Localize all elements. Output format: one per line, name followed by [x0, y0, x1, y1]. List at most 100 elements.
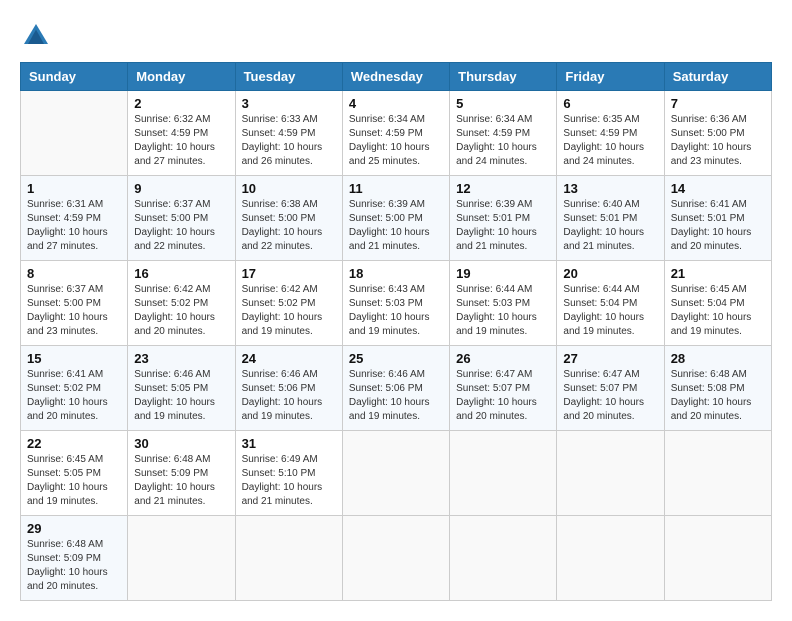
day-number: 23 [134, 351, 228, 366]
calendar-cell: 10Sunrise: 6:38 AM Sunset: 5:00 PM Dayli… [235, 176, 342, 261]
weekday-header-tuesday: Tuesday [235, 63, 342, 91]
day-info: Sunrise: 6:42 AM Sunset: 5:02 PM Dayligh… [134, 283, 228, 339]
day-info: Sunrise: 6:35 AM Sunset: 4:59 PM Dayligh… [563, 113, 657, 169]
week-row-5: 29Sunrise: 6:48 AM Sunset: 5:09 PM Dayli… [21, 516, 772, 601]
weekday-header-sunday: Sunday [21, 63, 128, 91]
calendar-cell: 11 Sunrise: 6:39 AM Sunset: 5:00 PM Dayli… [342, 176, 449, 261]
calendar-cell [664, 516, 771, 601]
calendar-cell: 7Sunrise: 6:36 AM Sunset: 5:00 PM Daylig… [664, 91, 771, 176]
calendar-cell: 12 Sunrise: 6:39 AM Sunset: 5:01 PM Dayli… [450, 176, 557, 261]
day-info: Sunrise: 6:48 AM Sunset: 5:09 PM Dayligh… [134, 453, 228, 509]
day-info: Sunrise: 6:46 AM Sunset: 5:06 PM Dayligh… [242, 368, 336, 424]
day-number: 21 [671, 266, 765, 281]
week-row-2: 8 Sunrise: 6:37 AM Sunset: 5:00 PM Daylig… [21, 261, 772, 346]
day-number: 26 [456, 351, 550, 366]
calendar-cell [235, 516, 342, 601]
calendar-cell: 4Sunrise: 6:34 AM Sunset: 4:59 PM Daylig… [342, 91, 449, 176]
calendar-cell: 1 Sunrise: 6:31 AM Sunset: 4:59 PM Daylig… [21, 176, 128, 261]
day-number: 6 [563, 96, 657, 111]
calendar-cell: 24 Sunrise: 6:46 AM Sunset: 5:06 PM Dayli… [235, 346, 342, 431]
week-row-1: 1 Sunrise: 6:31 AM Sunset: 4:59 PM Daylig… [21, 176, 772, 261]
day-info: Sunrise: 6:41 AM Sunset: 5:02 PM Dayligh… [27, 368, 121, 424]
calendar-cell: 27Sunrise: 6:47 AM Sunset: 5:07 PM Dayli… [557, 346, 664, 431]
day-number: 20 [563, 266, 657, 281]
day-number: 8 [27, 266, 121, 281]
day-info: Sunrise: 6:47 AM Sunset: 5:07 PM Dayligh… [456, 368, 550, 424]
week-row-3: 15 Sunrise: 6:41 AM Sunset: 5:02 PM Dayli… [21, 346, 772, 431]
day-info: Sunrise: 6:46 AM Sunset: 5:06 PM Dayligh… [349, 368, 443, 424]
day-info: Sunrise: 6:31 AM Sunset: 4:59 PM Dayligh… [27, 198, 121, 254]
day-info: Sunrise: 6:34 AM Sunset: 4:59 PM Dayligh… [456, 113, 550, 169]
calendar-cell [557, 431, 664, 516]
calendar-cell: 3 Sunrise: 6:33 AM Sunset: 4:59 PM Daylig… [235, 91, 342, 176]
logo [20, 20, 56, 52]
calendar-cell [450, 431, 557, 516]
day-info: Sunrise: 6:39 AM Sunset: 5:01 PM Dayligh… [456, 198, 550, 254]
day-info: Sunrise: 6:39 AM Sunset: 5:00 PM Dayligh… [349, 198, 443, 254]
day-info: Sunrise: 6:41 AM Sunset: 5:01 PM Dayligh… [671, 198, 765, 254]
day-number: 15 [27, 351, 121, 366]
day-info: Sunrise: 6:33 AM Sunset: 4:59 PM Dayligh… [242, 113, 336, 169]
day-info: Sunrise: 6:43 AM Sunset: 5:03 PM Dayligh… [349, 283, 443, 339]
calendar-cell: 2 Sunrise: 6:32 AM Sunset: 4:59 PM Daylig… [128, 91, 235, 176]
day-info: Sunrise: 6:37 AM Sunset: 5:00 PM Dayligh… [27, 283, 121, 339]
calendar-cell: 26 Sunrise: 6:47 AM Sunset: 5:07 PM Dayli… [450, 346, 557, 431]
day-number: 10 [242, 181, 336, 196]
day-info: Sunrise: 6:45 AM Sunset: 5:05 PM Dayligh… [27, 453, 121, 509]
day-number: 22 [27, 436, 121, 451]
day-number: 14 [671, 181, 765, 196]
calendar-cell [664, 431, 771, 516]
weekday-header-friday: Friday [557, 63, 664, 91]
calendar-cell: 5 Sunrise: 6:34 AM Sunset: 4:59 PM Daylig… [450, 91, 557, 176]
calendar-cell: 16 Sunrise: 6:42 AM Sunset: 5:02 PM Dayli… [128, 261, 235, 346]
weekday-header-saturday: Saturday [664, 63, 771, 91]
day-number: 4 [349, 96, 443, 111]
calendar-cell: 18 Sunrise: 6:43 AM Sunset: 5:03 PM Dayli… [342, 261, 449, 346]
day-info: Sunrise: 6:49 AM Sunset: 5:10 PM Dayligh… [242, 453, 336, 509]
weekday-header-row: SundayMondayTuesdayWednesdayThursdayFrid… [21, 63, 772, 91]
day-number: 17 [242, 266, 336, 281]
weekday-header-wednesday: Wednesday [342, 63, 449, 91]
weekday-header-monday: Monday [128, 63, 235, 91]
day-info: Sunrise: 6:44 AM Sunset: 5:04 PM Dayligh… [563, 283, 657, 339]
day-info: Sunrise: 6:37 AM Sunset: 5:00 PM Dayligh… [134, 198, 228, 254]
day-number: 11 [349, 181, 443, 196]
calendar-cell: 17 Sunrise: 6:42 AM Sunset: 5:02 PM Dayli… [235, 261, 342, 346]
day-info: Sunrise: 6:46 AM Sunset: 5:05 PM Dayligh… [134, 368, 228, 424]
day-number: 5 [456, 96, 550, 111]
day-number: 9 [134, 181, 228, 196]
day-info: Sunrise: 6:48 AM Sunset: 5:09 PM Dayligh… [27, 538, 121, 594]
day-number: 12 [456, 181, 550, 196]
day-info: Sunrise: 6:44 AM Sunset: 5:03 PM Dayligh… [456, 283, 550, 339]
day-info: Sunrise: 6:32 AM Sunset: 4:59 PM Dayligh… [134, 113, 228, 169]
day-number: 18 [349, 266, 443, 281]
day-info: Sunrise: 6:42 AM Sunset: 5:02 PM Dayligh… [242, 283, 336, 339]
day-number: 16 [134, 266, 228, 281]
day-number: 2 [134, 96, 228, 111]
calendar-cell: 31Sunrise: 6:49 AM Sunset: 5:10 PM Dayli… [235, 431, 342, 516]
calendar-cell: 25 Sunrise: 6:46 AM Sunset: 5:06 PM Dayli… [342, 346, 449, 431]
calendar-cell: 20 Sunrise: 6:44 AM Sunset: 5:04 PM Dayli… [557, 261, 664, 346]
calendar-cell [342, 431, 449, 516]
day-number: 25 [349, 351, 443, 366]
day-number: 24 [242, 351, 336, 366]
day-number: 30 [134, 436, 228, 451]
calendar-cell [342, 516, 449, 601]
day-info: Sunrise: 6:40 AM Sunset: 5:01 PM Dayligh… [563, 198, 657, 254]
day-info: Sunrise: 6:45 AM Sunset: 5:04 PM Dayligh… [671, 283, 765, 339]
day-info: Sunrise: 6:36 AM Sunset: 5:00 PM Dayligh… [671, 113, 765, 169]
calendar-cell [128, 516, 235, 601]
logo-icon [20, 20, 52, 52]
calendar-cell: 23 Sunrise: 6:46 AM Sunset: 5:05 PM Dayli… [128, 346, 235, 431]
week-row-4: 22 Sunrise: 6:45 AM Sunset: 5:05 PM Dayli… [21, 431, 772, 516]
calendar-cell: 21 Sunrise: 6:45 AM Sunset: 5:04 PM Dayli… [664, 261, 771, 346]
calendar-cell: 14 Sunrise: 6:41 AM Sunset: 5:01 PM Dayli… [664, 176, 771, 261]
calendar-cell: 8 Sunrise: 6:37 AM Sunset: 5:00 PM Daylig… [21, 261, 128, 346]
day-number: 3 [242, 96, 336, 111]
day-number: 27 [563, 351, 657, 366]
calendar-cell [557, 516, 664, 601]
weekday-header-thursday: Thursday [450, 63, 557, 91]
day-number: 13 [563, 181, 657, 196]
day-number: 1 [27, 181, 121, 196]
day-number: 28 [671, 351, 765, 366]
